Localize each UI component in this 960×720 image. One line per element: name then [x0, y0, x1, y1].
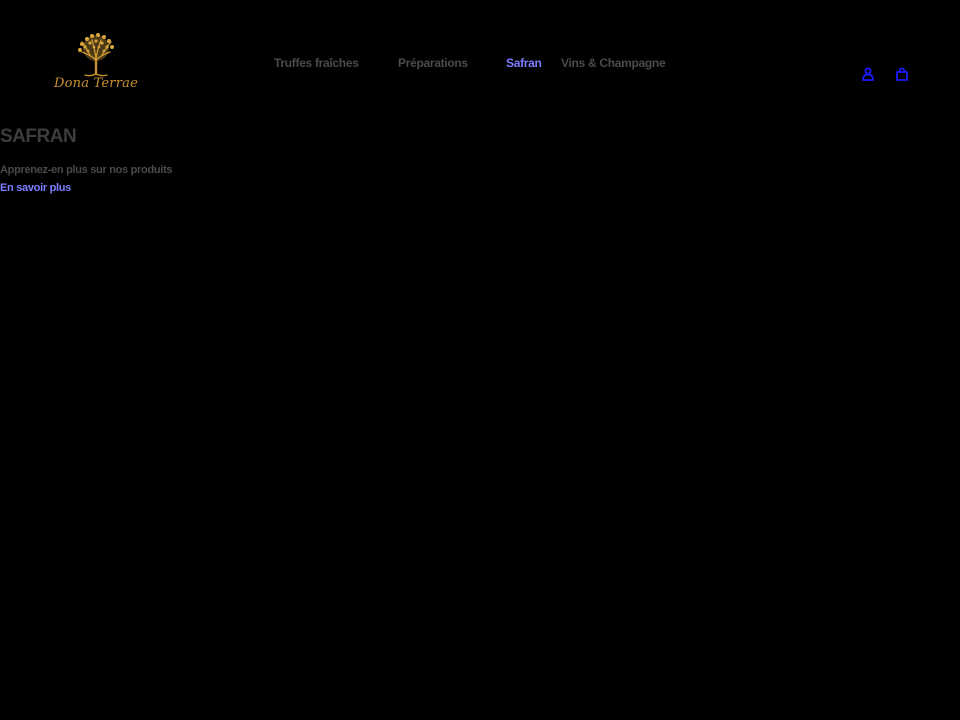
brand-name: Dona Terrae: [54, 76, 138, 91]
shopping-bag-icon: [896, 67, 908, 81]
learn-more-link[interactable]: En savoir plus: [0, 181, 172, 195]
page-title: SAFRAN: [0, 126, 77, 147]
nav-item-safran[interactable]: Safran: [506, 56, 542, 70]
golden-tree-icon: [78, 33, 114, 77]
site-header: Dona Terrae Truffes fraîches Préparation…: [0, 0, 960, 115]
account-button[interactable]: [860, 66, 876, 82]
nav-item-truffes-fraiches[interactable]: Truffes fraîches: [274, 56, 359, 70]
user-icon: [862, 67, 874, 81]
main-content: SAFRAN Apprenez-en plus sur nos produits…: [0, 125, 173, 195]
nav-item-vins-champagne[interactable]: Vins & Champagne: [561, 56, 666, 70]
page-subtitle: Apprenez-en plus sur nos produits: [0, 164, 173, 176]
cart-button[interactable]: [894, 66, 910, 82]
brand-logo[interactable]: Dona Terrae: [52, 30, 140, 96]
nav-item-preparations[interactable]: Préparations: [398, 56, 468, 70]
